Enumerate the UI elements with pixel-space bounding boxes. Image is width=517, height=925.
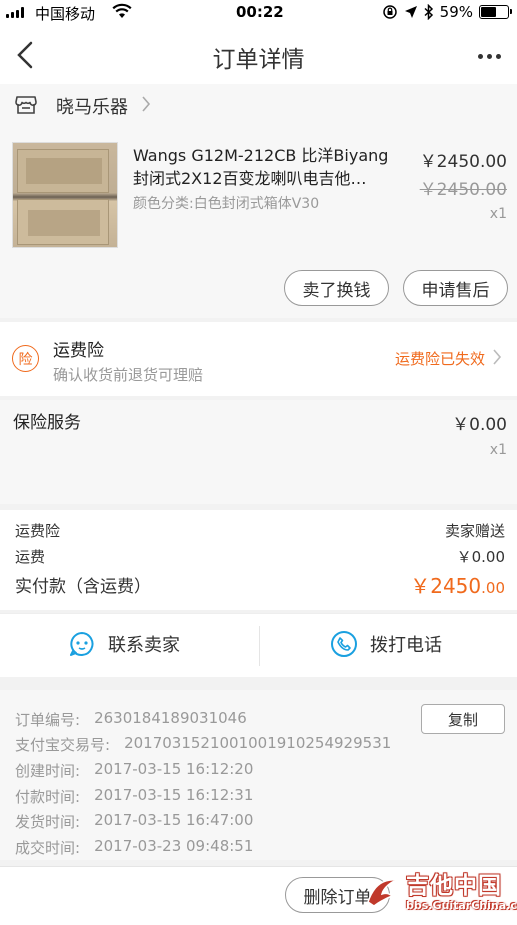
call-label: 拨打电话 [370, 635, 442, 656]
completed-time-row: 成交时间: 2017-03-23 09:48:51 [15, 837, 253, 858]
shipping-label: 运费 [15, 548, 46, 566]
carrier-label: 中国移动 [35, 5, 96, 23]
watermark-url: bbs.GuitarChina.com [406, 898, 517, 912]
after-sale-button[interactable]: 申请售后 [403, 270, 508, 306]
freight-insurance-value: 卖家赠送 [444, 522, 505, 540]
page-title: 订单详情 [212, 47, 305, 73]
insurance-icon: 险 [12, 345, 39, 372]
sell-button[interactable]: 卖了换钱 [284, 270, 389, 306]
clock: 00:22 [236, 3, 284, 21]
product-price: ￥2450.00 [419, 152, 507, 172]
call-button[interactable]: 拨打电话 [330, 630, 442, 658]
payment-summary: 运费险 卖家赠送 运费 ￥0.00 实付款（含运费） ￥2450.00 [0, 510, 517, 610]
freight-insurance-subtitle: 确认收货前退货可理赔 [53, 366, 204, 384]
watermark-logo [367, 879, 399, 907]
contact-seller-label: 联系卖家 [108, 635, 180, 656]
back-arrow-icon[interactable] [14, 40, 36, 74]
nav-bar: 订单详情 [0, 24, 517, 84]
shipped-time-label: 发货时间: [15, 813, 81, 831]
signal-icon [6, 7, 24, 18]
paid-time-value: 2017-03-15 16:12:31 [94, 786, 254, 804]
alipay-number-label: 支付宝交易号: [15, 736, 111, 754]
paid-amount-main: ￥2450 [410, 574, 482, 598]
paid-amount-decimal: .00 [481, 579, 505, 597]
shipped-time-row: 发货时间: 2017-03-15 16:47:00 [15, 811, 253, 832]
battery-fill [481, 7, 497, 17]
completed-time-value: 2017-03-23 09:48:51 [94, 837, 254, 855]
contact-bar: 联系卖家 拨打电话 [0, 613, 517, 677]
contact-seller-button[interactable]: 联系卖家 [68, 630, 180, 658]
alipay-number-row: 支付宝交易号: 2017031521001001910254929531 [15, 734, 391, 755]
product-quantity: x1 [489, 206, 507, 222]
wifi-icon [112, 3, 132, 23]
watermark-text: 吉他中国 [406, 872, 502, 899]
insurance-service-price: ￥0.00 [452, 415, 507, 435]
status-bar: 中国移动 00:22 59% [0, 0, 517, 24]
paid-amount: ￥2450.00 [410, 570, 505, 599]
order-number-label: 订单编号: [15, 711, 81, 729]
product-card: Wangs G12M-212CB 比洋Biyang 封闭式2X12百变龙喇叭电吉… [0, 130, 517, 318]
divider [259, 626, 260, 666]
freight-insurance-row[interactable]: 险 运费险 确认收货前退货可理赔 运费险已失效 [0, 322, 517, 396]
order-number-row: 订单编号: 2630184189031046 [15, 709, 247, 730]
watermark: 吉他中国 bbs.GuitarChina.com [362, 872, 517, 912]
product-spec: 颜色分类:白色封闭式箱体V30 [133, 196, 320, 212]
product-title[interactable]: Wangs G12M-212CB 比洋Biyang 封闭式2X12百变龙喇叭电吉… [133, 144, 408, 190]
chat-icon [70, 632, 94, 656]
shipped-time-value: 2017-03-15 16:47:00 [94, 811, 254, 829]
phone-icon [331, 631, 357, 657]
battery-percent: 59% [439, 3, 473, 21]
product-title-line1: Wangs G12M-212CB 比洋Biyang [133, 146, 389, 165]
order-info: 订单编号: 2630184189031046 支付宝交易号: 20170315210… [0, 690, 517, 860]
location-icon [404, 6, 417, 18]
paid-time-label: 付款时间: [15, 788, 81, 806]
freight-insurance-status: 运费险已失效 [394, 350, 485, 368]
product-title-line2: 封闭式2X12百变龙喇叭电吉他… [133, 169, 367, 188]
shop-icon [14, 93, 38, 121]
order-number-value: 2630184189031046 [94, 709, 247, 727]
shipping-value: ￥0.00 [456, 548, 505, 566]
status-right: 59% [382, 3, 512, 21]
more-icon[interactable] [478, 54, 501, 59]
watermark-text-group: 吉他中国 bbs.GuitarChina.com [406, 873, 517, 912]
lock-rotation-icon [382, 5, 397, 19]
freight-insurance-title: 运费险 [53, 341, 104, 361]
chevron-right-icon [140, 93, 152, 120]
insurance-service-quantity: x1 [489, 442, 507, 458]
created-time-value: 2017-03-15 16:12:20 [94, 760, 254, 778]
product-original-price: ￥2450.00 [419, 180, 507, 200]
copy-button[interactable]: 复制 [421, 704, 505, 734]
battery-icon [479, 5, 512, 19]
chevron-right-icon [491, 346, 503, 373]
insurance-service: 保险服务 ￥0.00 x1 [0, 400, 517, 504]
created-time-row: 创建时间: 2017-03-15 16:12:20 [15, 760, 253, 781]
completed-time-label: 成交时间: [15, 839, 81, 857]
insurance-service-title: 保险服务 [13, 413, 81, 433]
paid-time-row: 付款时间: 2017-03-15 16:12:31 [15, 786, 253, 807]
product-image[interactable] [12, 142, 118, 248]
shop-row[interactable]: 晓马乐器 [0, 84, 517, 130]
freight-insurance-label: 运费险 [15, 522, 61, 540]
alipay-number-value: 2017031521001001910254929531 [124, 734, 392, 752]
bluetooth-icon [424, 4, 433, 20]
paid-label: 实付款（含运费） [15, 577, 151, 597]
created-time-label: 创建时间: [15, 762, 81, 780]
shop-name: 晓马乐器 [56, 97, 128, 118]
